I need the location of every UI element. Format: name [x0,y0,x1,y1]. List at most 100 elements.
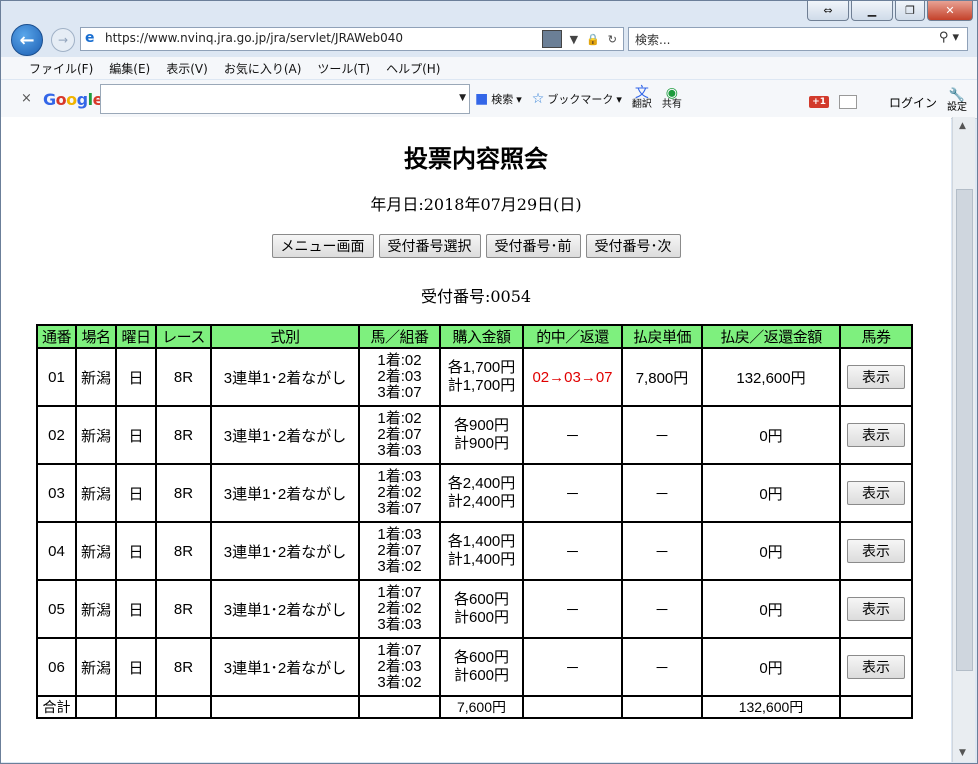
cell-type: 3連単1･2着ながし [210,463,360,523]
menu-help[interactable]: ヘルプ(H) [378,60,448,77]
compatibility-icon[interactable] [541,30,562,48]
lock-icon[interactable]: 🔒 [586,33,600,46]
vertical-scrollbar[interactable]: ▲ ▼ [952,117,975,762]
search-placeholder: 検索... [635,33,671,47]
search-box[interactable]: 検索... ⚲ ▾ [628,27,968,51]
cell-unit-payout: － [621,521,703,581]
cell-horses: 1着:02 2着:07 3着:03 [358,405,441,465]
show-button[interactable]: 表示 [847,481,905,505]
close-icon[interactable]: × [21,91,32,106]
total-payout: 132,600円 [701,695,841,719]
header-venue: 場名 [75,324,117,349]
header-unit-payout: 払戻単価 [621,324,703,349]
cell-purchase: 各600円 計600円 [439,637,524,697]
horse-3rd: 3着:02 [377,674,422,691]
cell-serial: 01 [36,347,77,407]
settings-button[interactable]: 🔧 設定 [947,89,967,114]
empty-cell [358,695,441,719]
menu-tools[interactable]: ツール(T) [309,60,378,77]
table-row: 03 新潟 日 8R 3連単1･2着ながし 1着:03 2着:02 3着:07 各2… [36,463,913,523]
close-button[interactable]: ✕ [927,1,973,21]
menu-screen-button[interactable]: メニュー画面 [271,234,374,258]
google-search-input[interactable]: ▼ [100,84,470,114]
cell-purchase: 各1,400円 計1,400円 [439,521,524,581]
select-receipt-button[interactable]: 受付番号選択 [378,234,481,258]
amount-total: 計600円 [453,667,510,684]
nav-buttons: メニュー画面 受付番号選択 受付番号･前 受付番号･次 [1,234,951,258]
cell-serial: 06 [36,637,77,697]
amount-each: 各2,400円 [447,475,516,492]
header-type: 式別 [210,324,360,349]
search-icon[interactable]: ⚲ ▾ [939,30,959,45]
cell-horses: 1着:07 2着:03 3着:02 [358,637,441,697]
header-payout: 払戻／返還金額 [701,324,841,349]
cell-hit: － [522,637,623,697]
header-ticket: 馬券 [839,324,913,349]
prev-receipt-button[interactable]: 受付番号･前 [485,234,581,258]
share-button[interactable]: ◉ 共有 [662,86,682,111]
forward-button[interactable]: → [51,28,75,52]
show-button[interactable]: 表示 [847,597,905,621]
amount-each: 各600円 [453,591,510,608]
address-bar[interactable]: e https://www.nvinq.jra.go.jp/jra/servle… [80,27,624,51]
next-receipt-button[interactable]: 受付番号･次 [585,234,681,258]
minimize-button[interactable]: ▁ [851,1,893,21]
horse-2nd: 2着:02 [377,484,422,501]
amount-total: 計1,400円 [447,551,516,568]
google-search-button[interactable]: ■ 検索 ▾ [475,91,522,107]
menu-edit[interactable]: 編集(E) [101,60,158,77]
show-button[interactable]: 表示 [847,655,905,679]
google-icon: ■ [475,91,489,107]
show-button[interactable]: 表示 [847,539,905,563]
scroll-down-icon[interactable]: ▼ [959,748,966,758]
cell-ticket: 表示 [839,637,913,697]
menu-view[interactable]: 表示(V) [158,60,216,77]
refresh-icon[interactable]: ↻ [608,33,617,46]
receipt-number: 受付番号:0054 [420,287,532,306]
header-hit: 的中／返還 [522,324,623,349]
cell-payout: 0円 [701,405,841,465]
show-button[interactable]: 表示 [847,365,905,389]
cell-hit: － [522,405,623,465]
dropdown-icon[interactable]: ▼ [570,33,578,46]
horse-1st: 1着:02 [377,410,422,427]
translate-button[interactable]: 文翻訳 [632,86,652,111]
cell-race: 8R [155,579,212,639]
cell-unit-payout: － [621,405,703,465]
dropdown-icon[interactable]: ▼ [459,93,466,103]
horse-1st: 1着:07 [377,584,422,601]
amount-each: 各600円 [453,649,510,666]
amount-each: 各1,400円 [447,533,516,550]
cell-day: 日 [115,521,157,581]
restore-icon[interactable]: ⇔ [807,1,849,21]
empty-cell [522,695,623,719]
header-purchase: 購入金額 [439,324,524,349]
maximize-button[interactable]: ❐ [895,1,925,21]
amount-each: 各900円 [453,417,510,434]
gplus-button[interactable]: +1 [809,96,829,108]
amount-total: 計600円 [453,609,510,626]
menu-file[interactable]: ファイル(F) [21,60,101,77]
cell-type: 3連単1･2着ながし [210,637,360,697]
header-day: 曜日 [115,324,157,349]
horse-3rd: 3着:07 [377,500,422,517]
menu-favorites[interactable]: お気に入り(A) [216,60,310,77]
cell-unit-payout: － [621,463,703,523]
total-purchase: 7,600円 [439,695,524,719]
empty-cell [75,695,117,719]
login-link[interactable]: ログイン [889,94,937,111]
cell-ticket: 表示 [839,521,913,581]
cell-day: 日 [115,463,157,523]
scroll-thumb[interactable] [956,189,973,671]
cell-serial: 03 [36,463,77,523]
cell-venue: 新潟 [75,405,117,465]
scroll-up-icon[interactable]: ▲ [959,121,966,131]
cell-hit: － [522,463,623,523]
back-button[interactable]: ← [11,24,43,56]
bookmark-button[interactable]: ☆ ブックマーク ▾ [532,91,622,107]
cell-payout: 0円 [701,579,841,639]
show-button[interactable]: 表示 [847,423,905,447]
cell-horses: 1着:07 2着:02 3着:03 [358,579,441,639]
cell-race: 8R [155,405,212,465]
cell-ticket: 表示 [839,579,913,639]
